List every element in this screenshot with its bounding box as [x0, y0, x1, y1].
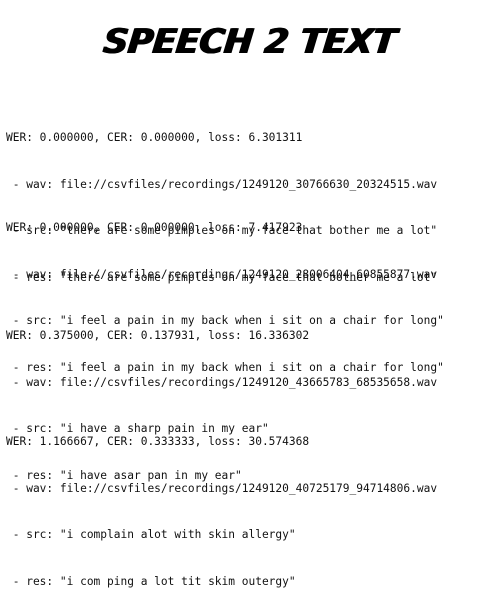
metrics-line: WER: 0.000000, CER: 0.000000, loss: 6.30…: [6, 131, 303, 144]
result-block-4: WER: 1.166667, CER: 0.333333, loss: 30.5…: [6, 403, 437, 605]
result-text-line: - res: "i com ping a lot tit skim outerg…: [6, 574, 296, 588]
wav-path-line: - wav: file://csvfiles/recordings/124912…: [6, 375, 438, 389]
wav-path-line: - wav: file://csvfiles/recordings/124912…: [6, 267, 438, 281]
metrics-line: WER: 1.166667, CER: 0.333333, loss: 30.5…: [6, 435, 310, 448]
wav-path-line: - wav: file://csvfiles/recordings/124912…: [6, 481, 438, 495]
metrics-line: WER: 0.000000, CER: 0.000000, loss: 7.41…: [6, 221, 303, 234]
source-text-line: - src: "i complain alot with skin allerg…: [6, 528, 296, 541]
metrics-line: WER: 0.375000, CER: 0.137931, loss: 16.3…: [6, 329, 310, 342]
page-title: SPEECH 2 TEXT: [101, 22, 399, 62]
